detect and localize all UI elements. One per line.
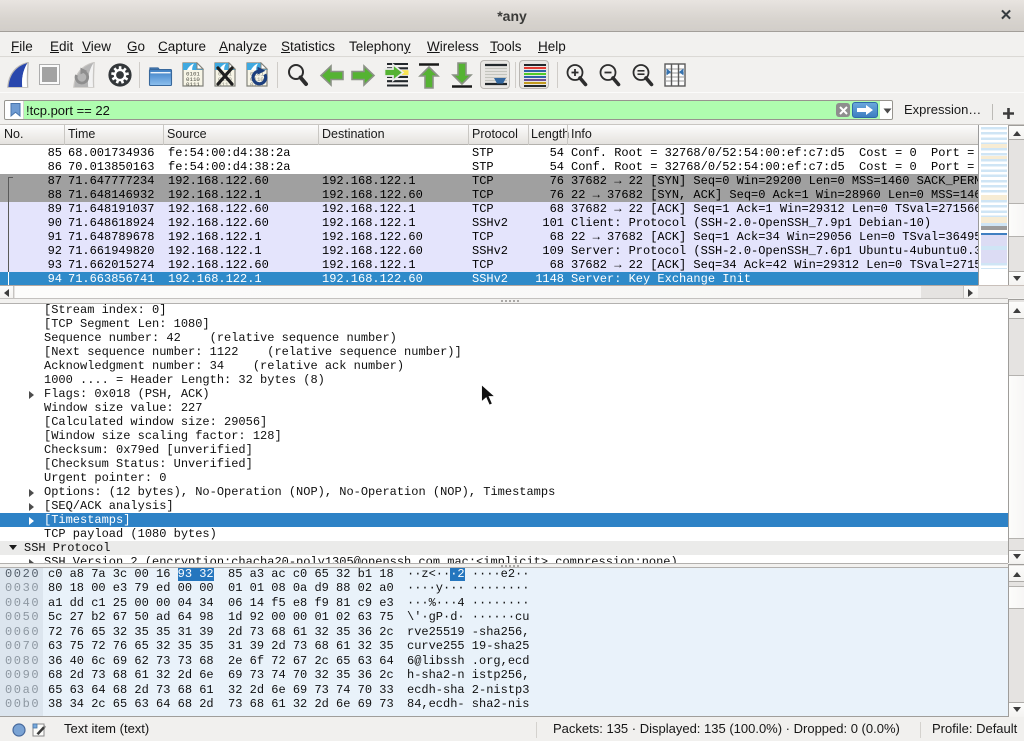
svg-text:0111: 0111 <box>186 81 200 87</box>
